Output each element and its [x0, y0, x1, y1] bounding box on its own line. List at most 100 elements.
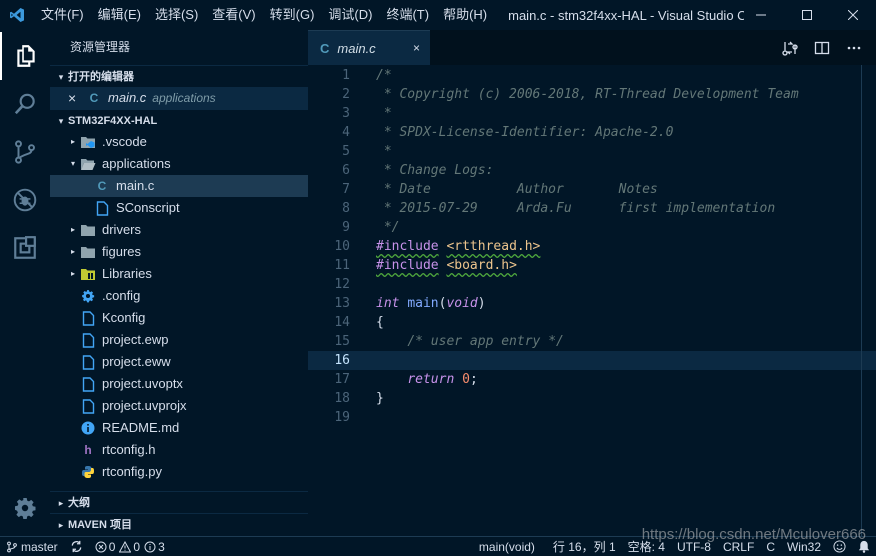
code-line[interactable]: 1 /*: [308, 66, 876, 85]
code-editor[interactable]: 1 /* 2 * Copyright (c) 2006-2018, RT-Threa…: [308, 65, 876, 536]
menu-item[interactable]: 终端(T): [379, 0, 436, 30]
code-line[interactable]: 7 * Date Author Notes: [308, 180, 876, 199]
tree-item[interactable]: project.uvoptx: [50, 373, 308, 395]
tree-item[interactable]: README.md: [50, 417, 308, 439]
vscode-logo-icon: [0, 0, 34, 30]
close-icon[interactable]: ×: [68, 87, 80, 109]
tab-main-c[interactable]: C main.c ×: [308, 30, 430, 65]
tree-item[interactable]: ▸ figures: [50, 241, 308, 263]
menu-item[interactable]: 查看(V): [205, 0, 262, 30]
code-line[interactable]: 8 * 2015-07-29 Arda.Fu first implementat…: [308, 199, 876, 218]
debug-icon[interactable]: [0, 176, 50, 224]
overview-ruler: [861, 65, 862, 536]
tree-item[interactable]: rtconfig.py: [50, 461, 308, 483]
code-token: *: [376, 144, 392, 159]
tree-item[interactable]: project.eww: [50, 351, 308, 373]
tree-item-label: Libraries: [102, 266, 152, 281]
tree-item[interactable]: .config: [50, 285, 308, 307]
code-line[interactable]: 2 * Copyright (c) 2006-2018, RT-Thread D…: [308, 85, 876, 104]
source-control-icon[interactable]: [0, 128, 50, 176]
maximize-button[interactable]: [784, 0, 830, 30]
line-text: * SPDX-License-Identifier: Apache-2.0: [376, 123, 674, 142]
code-line[interactable]: 4 * SPDX-License-Identifier: Apache-2.0: [308, 123, 876, 142]
code-line[interactable]: 17 return 0;: [308, 370, 876, 389]
code-line[interactable]: 11 #include <board.h>: [308, 256, 876, 275]
extensions-icon[interactable]: [0, 224, 50, 272]
code-token: {: [376, 315, 384, 330]
code-line[interactable]: 9 */: [308, 218, 876, 237]
python-file-icon: [80, 464, 96, 480]
code-line[interactable]: 13 int main(void): [308, 294, 876, 313]
folder-icon: [80, 244, 96, 260]
cursor-position[interactable]: 行 16，列 1: [547, 537, 622, 556]
file-icon: [80, 398, 96, 414]
code-line[interactable]: 16: [308, 351, 876, 370]
problems-item[interactable]: 0 0 3: [89, 537, 171, 556]
chevron-right-icon: ▸: [70, 225, 75, 234]
file-icon: [94, 200, 110, 216]
warning-icon: [119, 540, 132, 552]
code-line[interactable]: 18}: [308, 389, 876, 408]
minimize-button[interactable]: [738, 0, 784, 30]
branch-item[interactable]: master: [0, 537, 64, 556]
tree-item[interactable]: ▸ .vscode: [50, 131, 308, 153]
maven-header[interactable]: ▸ MAVEN 项目: [50, 513, 308, 535]
outline-header[interactable]: ▸ 大纲: [50, 491, 308, 513]
code-token: <rtthread.h>: [446, 239, 541, 254]
code-line[interactable]: 12: [308, 275, 876, 294]
open-editors-header[interactable]: ▾ 打开的编辑器: [50, 65, 308, 87]
code-token: * Copyright (c) 2006-2018, RT-Thread Dev…: [376, 87, 799, 102]
code-line[interactable]: 15 /* user app entry */: [308, 332, 876, 351]
code-line[interactable]: 6 * Change Logs:: [308, 161, 876, 180]
split-editor-icon[interactable]: [806, 30, 838, 65]
menu-item[interactable]: 选择(S): [148, 0, 205, 30]
tab-close-icon[interactable]: ×: [413, 41, 420, 55]
scope-item[interactable]: main(void): [473, 537, 541, 556]
menu-item[interactable]: 文件(F): [34, 0, 91, 30]
code-line[interactable]: 5 *: [308, 142, 876, 161]
tree-item[interactable]: ▸ Libraries: [50, 263, 308, 285]
line-text: * Change Logs:: [376, 161, 494, 180]
tree-item[interactable]: ▾ applications: [50, 153, 308, 175]
open-editor-item[interactable]: × C main.c applications: [50, 87, 308, 109]
explorer-sidebar: 资源管理器 ▾ 打开的编辑器 × C main.c applications ▾…: [50, 30, 308, 536]
open-changes-icon[interactable]: [774, 30, 806, 65]
tree-item[interactable]: Cmain.c: [50, 175, 308, 197]
menu-item[interactable]: 帮助(H): [436, 0, 494, 30]
tree-item[interactable]: SConscript: [50, 197, 308, 219]
file-icon: [80, 354, 96, 370]
tree-item[interactable]: h rtconfig.h: [50, 439, 308, 461]
folder-icon: [80, 222, 96, 238]
line-text: /* user app entry */: [376, 332, 564, 351]
menu-item[interactable]: 编辑(E): [91, 0, 148, 30]
code-line[interactable]: 10 #include <rtthread.h>: [308, 237, 876, 256]
project-folder-header[interactable]: ▾ STM32F4XX-HAL: [50, 109, 308, 131]
search-icon[interactable]: [0, 80, 50, 128]
line-text: * Copyright (c) 2006-2018, RT-Thread Dev…: [376, 85, 799, 104]
code-token: ;: [469, 372, 478, 387]
code-token: * SPDX-License-Identifier: Apache-2.0: [376, 125, 674, 140]
line-text: /*: [376, 66, 392, 85]
tree-item[interactable]: ▸ drivers: [50, 219, 308, 241]
close-window-button[interactable]: [830, 0, 876, 30]
menu-item[interactable]: 转到(G): [263, 0, 322, 30]
menu-item[interactable]: 调试(D): [321, 0, 379, 30]
readme-info-icon: [80, 420, 96, 436]
code-line[interactable]: 19: [308, 408, 876, 427]
tree-item[interactable]: project.uvprojx: [50, 395, 308, 417]
explorer-icon[interactable]: [0, 32, 50, 80]
tree-item[interactable]: project.ewp: [50, 329, 308, 351]
more-actions-icon[interactable]: [838, 30, 870, 65]
code-line[interactable]: 3 *: [308, 104, 876, 123]
sync-icon[interactable]: [64, 537, 89, 556]
settings-gear-icon[interactable]: [0, 484, 50, 532]
line-number: 14: [334, 315, 350, 330]
line-number: 8: [342, 201, 350, 216]
tree-item-label: main.c: [116, 178, 155, 193]
code-line[interactable]: 14 {: [308, 313, 876, 332]
code-token: <board.h>: [446, 258, 517, 273]
folder-open-icon: [80, 156, 96, 172]
tree-item[interactable]: Kconfig: [50, 307, 308, 329]
chevron-right-icon: ▸: [58, 519, 64, 530]
title-bar: 文件(F) 编辑(E) 选择(S) 查看(V) 转到(G) 调试(D) 终端(T) 帮助(H)…: [0, 0, 876, 30]
